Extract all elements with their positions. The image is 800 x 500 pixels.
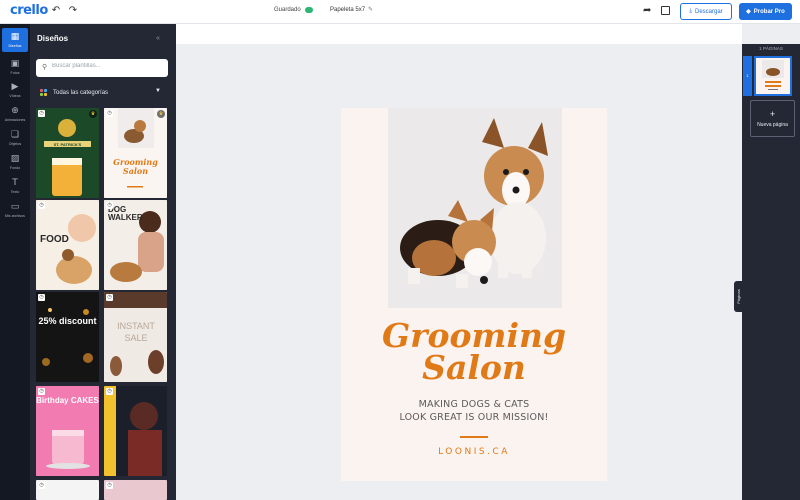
rail-item-photos[interactable]: ▣ Fotos — [2, 55, 28, 79]
diamond-icon: ◆ — [746, 9, 751, 15]
top-bar: crello ↶ ↷ Guardado Papeleta 5x7 ✎ ➦ ⤓ D… — [0, 0, 800, 24]
pages-toggle-tab[interactable]: Páginas — [734, 281, 744, 312]
template-thumb[interactable]: INSTANT SALE ◷ — [104, 292, 167, 382]
categories-icon — [40, 89, 47, 96]
download-button[interactable]: ⤓ Descargar — [680, 3, 732, 20]
rail-item-objects[interactable]: ❏ Objetos — [2, 126, 28, 150]
chevron-down-icon: ▼ — [155, 88, 161, 94]
animated-badge-icon: ◷ — [38, 294, 45, 301]
corgi-photo[interactable] — [388, 108, 562, 308]
document-title[interactable]: Papeleta 5x7 — [330, 7, 365, 13]
canvas-area: Grooming Salon MAKING DOGS & CATS LOOK G… — [176, 24, 742, 500]
saved-status: Guardado — [274, 7, 301, 13]
crown-icon: ♛ — [89, 110, 97, 118]
design-footer[interactable]: LOONIS.CA — [341, 447, 607, 457]
template-thumb[interactable]: ST. PATRICK'S ◷ ♛ — [36, 108, 99, 198]
left-rail: ▦ Diseños ▣ Fotos ▶ Vídeos ⊕ Animaciones… — [0, 24, 30, 500]
pages-count: 1 PÁGINAS — [759, 46, 783, 51]
stpatricks-artwork — [36, 108, 99, 198]
rail-item-designs[interactable]: ▦ Diseños — [2, 28, 28, 52]
template-thumb[interactable]: ◷ — [104, 480, 167, 500]
design-page[interactable]: Grooming Salon MAKING DOGS & CATS LOOK G… — [341, 108, 607, 481]
food-artwork — [36, 200, 99, 290]
animated-badge-icon: ◷ — [38, 202, 45, 209]
animated-badge-icon: ◷ — [106, 388, 113, 395]
background-icon: ▨ — [10, 154, 20, 164]
pages-tab-label: Páginas — [736, 289, 741, 304]
rail-item-text[interactable]: T Texto — [2, 174, 28, 198]
design-title[interactable]: Grooming Salon — [341, 319, 607, 384]
video-icon: ▶ — [11, 82, 19, 92]
animated-badge-icon: ◷ — [106, 294, 113, 301]
page-thumbnail-artwork — [756, 58, 790, 94]
share-icon[interactable]: ➦ — [643, 5, 651, 16]
crello-logo[interactable]: crello — [10, 3, 48, 18]
category-label: Todas las categorías — [53, 89, 109, 96]
corgi-puppies-image — [388, 108, 562, 308]
rail-item-my-files[interactable]: ▭ Mis archivos — [2, 198, 28, 222]
page-thumb-number: 1 — [743, 56, 752, 96]
animated-badge-icon: ◷ — [38, 110, 45, 117]
subtitle-line-1: MAKING DOGS & CATS — [418, 399, 530, 410]
template-search[interactable]: ⚲ — [36, 59, 168, 77]
new-page-label: Nueva página — [757, 121, 788, 128]
photo-icon: ▣ — [10, 59, 20, 69]
category-select[interactable]: Todas las categorías ▼ — [36, 84, 168, 101]
animated-badge-icon: ◷ — [106, 202, 113, 209]
search-input[interactable] — [52, 63, 162, 69]
search-icon: ⚲ — [42, 64, 48, 71]
text-icon: T — [12, 178, 18, 188]
template-thumb[interactable]: Birthday CAKES ◷ — [36, 386, 99, 476]
page-thumbnail[interactable] — [754, 56, 792, 96]
subtitle-line-2: LOOK GREAT IS OUR MISSION! — [399, 411, 549, 423]
grooming-thumb-artwork — [104, 108, 167, 198]
edit-icon[interactable]: ✎ — [368, 6, 373, 13]
animated-badge-icon: ◷ — [106, 482, 113, 489]
cloud-check-icon — [305, 7, 313, 13]
undo-icon[interactable]: ↶ — [50, 5, 62, 17]
new-page-button[interactable]: + Nueva página — [750, 100, 795, 137]
objects-icon: ❏ — [10, 130, 20, 140]
template-thumb[interactable]: Grooming Salon ◷ ♛ — [104, 108, 167, 198]
accent-divider[interactable] — [460, 436, 488, 438]
redo-icon[interactable]: ↷ — [67, 5, 79, 17]
rail-item-animations[interactable]: ⊕ Animaciones — [2, 102, 28, 126]
try-pro-button[interactable]: ◆ Probar Pro — [739, 3, 792, 20]
canvas-toolbar — [176, 24, 742, 44]
animated-badge-icon: ◷ — [106, 110, 113, 117]
template-thumb[interactable]: 25% discount ◷ — [36, 292, 99, 382]
designs-icon: ▦ — [10, 32, 20, 42]
pages-panel: 1 PÁGINAS 1 + Nueva página — [742, 44, 800, 500]
template-thumb[interactable]: DOG WALKER ◷ — [104, 200, 167, 290]
animation-icon: ⊕ — [11, 106, 19, 116]
design-subtitle[interactable]: MAKING DOGS & CATS LOOK GREAT IS OUR MIS… — [341, 399, 607, 424]
rail-item-background[interactable]: ▨ Fondo — [2, 150, 28, 174]
panel-title: Diseños — [37, 34, 69, 43]
resize-icon[interactable] — [661, 6, 670, 15]
folder-icon: ▭ — [10, 202, 20, 212]
download-icon: ⤓ — [689, 8, 692, 14]
template-thumb[interactable]: ◷ — [104, 386, 167, 476]
collapse-panel-icon[interactable]: « — [156, 35, 160, 42]
animated-badge-icon: ◷ — [38, 388, 45, 395]
sports-artwork — [104, 386, 167, 476]
template-thumb[interactable]: FOOD ◷ — [36, 200, 99, 290]
download-label: Descargar — [694, 8, 723, 15]
discount-artwork — [36, 292, 99, 382]
template-thumb[interactable]: ◷ — [36, 480, 99, 500]
crown-icon: ♛ — [157, 110, 165, 118]
plus-icon: + — [769, 108, 776, 119]
animated-badge-icon: ◷ — [38, 482, 45, 489]
rail-item-videos[interactable]: ▶ Vídeos — [2, 78, 28, 102]
try-pro-label: Probar Pro — [753, 8, 785, 15]
